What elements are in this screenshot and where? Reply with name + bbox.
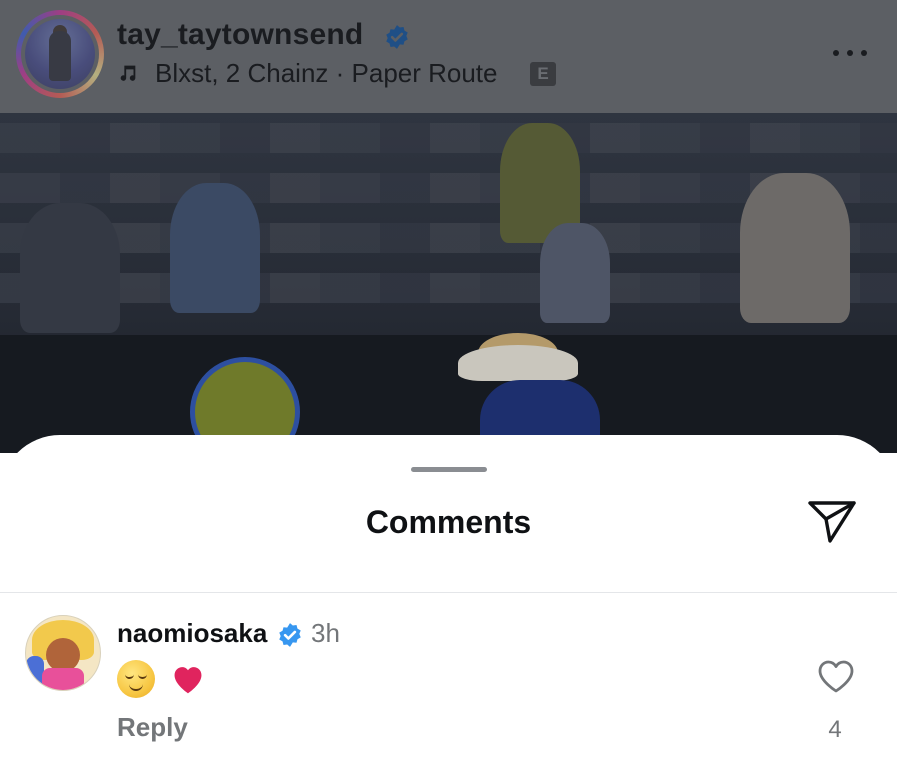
relieved-face-emoji: [117, 660, 155, 699]
verified-icon: [279, 623, 301, 647]
heart-icon[interactable]: [816, 658, 856, 696]
sheet-grabber[interactable]: [411, 467, 487, 472]
commenter-avatar[interactable]: [25, 615, 101, 691]
comment-timestamp: 3h: [311, 618, 340, 648]
verified-icon: [386, 25, 408, 49]
more-icon[interactable]: [828, 38, 872, 68]
audio-track[interactable]: Blxst, 2 Chainz · Paper Route: [155, 58, 498, 89]
music-note-icon: [120, 65, 136, 81]
share-icon[interactable]: [806, 498, 858, 546]
poster-avatar[interactable]: [16, 10, 104, 98]
comment-text: 😌❤️: [117, 655, 207, 699]
post-header: tay_taytownsend Blxst, 2 Chainz · Paper …: [0, 0, 897, 113]
poster-username[interactable]: tay_taytownsend: [117, 18, 363, 52]
divider: [0, 592, 897, 593]
comments-sheet: [0, 435, 897, 759]
explicit-badge: E: [530, 62, 556, 86]
comments-title: Comments: [365, 504, 532, 540]
reply-button[interactable]: Reply: [117, 712, 188, 743]
red-heart-emoji: [174, 667, 202, 694]
like-count: 4: [828, 716, 842, 743]
post-photo: [0, 113, 897, 453]
commenter-username[interactable]: naomiosaka: [117, 618, 267, 649]
